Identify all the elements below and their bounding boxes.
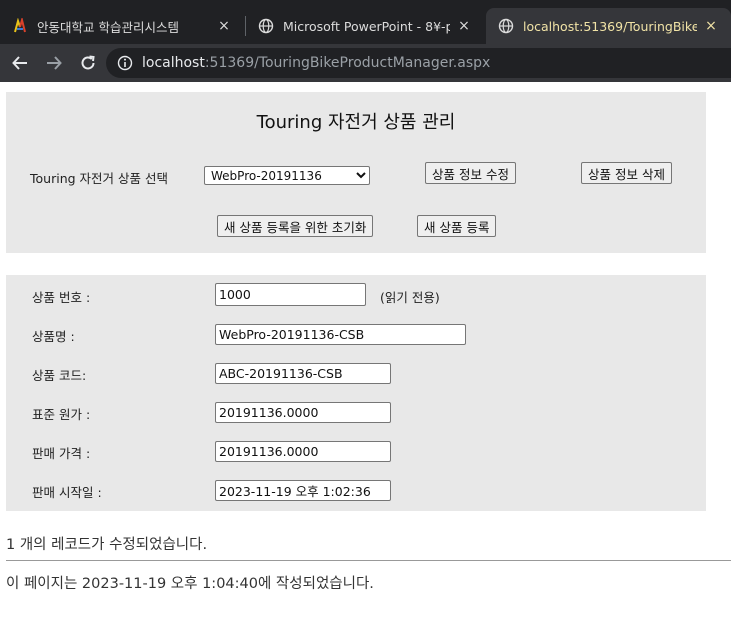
readonly-note: (읽기 전용) <box>380 290 440 305</box>
info-icon[interactable] <box>116 54 134 72</box>
tab-title: Microsoft PowerPoint - 8¥-pt06 <box>283 18 450 34</box>
browser-tab-active[interactable]: localhost:51369/TouringBikePro × <box>486 8 731 44</box>
divider <box>6 560 731 561</box>
list-price-label: 판매 가격 : <box>32 446 91 461</box>
back-arrow-icon[interactable] <box>4 47 36 79</box>
edit-product-button[interactable]: 상품 정보 수정 <box>425 162 516 184</box>
product-id-label: 상품 번호 : <box>32 290 91 305</box>
product-select-label: Touring 자전거 상품 선택 <box>30 171 168 186</box>
product-selection-panel: Touring 자전거 상품 관리 Touring 자전거 상품 선택 WebP… <box>6 92 706 253</box>
product-id-field[interactable] <box>215 283 366 306</box>
page-created-message: 이 페이지는 2023-11-19 오후 1:04:40에 작성되었습니다. <box>6 576 374 592</box>
reset-for-new-button[interactable]: 새 상품 등록을 위한 초기화 <box>217 215 374 237</box>
tab-title: localhost:51369/TouringBikePro <box>523 18 697 34</box>
browser-tab-bar: 안동대학교 학습관리시스템 × Microsoft PowerPoint - 8… <box>0 0 731 44</box>
sell-start-date-field[interactable] <box>215 480 391 501</box>
forward-arrow-icon[interactable] <box>38 47 70 79</box>
product-name-field[interactable] <box>215 324 466 345</box>
page-content: Touring 자전거 상품 관리 Touring 자전거 상품 선택 WebP… <box>0 82 731 631</box>
product-code-field[interactable] <box>215 363 391 384</box>
browser-tab-powerpoint[interactable]: Microsoft PowerPoint - 8¥-pt06 × <box>246 8 484 44</box>
address-bar[interactable]: localhost:51369/TouringBikeProductManage… <box>106 48 731 78</box>
globe-icon <box>498 18 514 34</box>
standard-cost-label: 표준 원가 : <box>32 407 91 422</box>
reload-icon[interactable] <box>72 47 104 79</box>
page-title: Touring 자전거 상품 관리 <box>256 112 456 133</box>
close-icon[interactable]: × <box>216 18 232 34</box>
delete-product-button[interactable]: 상품 정보 삭제 <box>581 162 672 184</box>
product-detail-panel: 상품 번호 : (읽기 전용) 상품명 : 상품 코드: 표준 원가 : 판매 … <box>6 275 706 511</box>
product-code-label: 상품 코드: <box>32 368 87 383</box>
anu-logo-icon <box>12 18 28 34</box>
product-select-dropdown[interactable]: WebPro-20191136 <box>204 166 370 185</box>
list-price-field[interactable] <box>215 441 391 462</box>
browser-toolbar: localhost:51369/TouringBikeProductManage… <box>0 44 731 82</box>
sell-start-date-label: 판매 시작일 : <box>32 485 102 500</box>
close-icon[interactable]: × <box>456 18 472 34</box>
close-icon[interactable]: × <box>703 18 719 34</box>
standard-cost-field[interactable] <box>215 402 391 423</box>
register-new-button[interactable]: 새 상품 등록 <box>417 215 497 237</box>
update-result-message: 1 개의 레코드가 수정되었습니다. <box>6 537 208 553</box>
product-name-label: 상품명 : <box>32 329 75 344</box>
globe-icon <box>258 18 274 34</box>
browser-tab-lms[interactable]: 안동대학교 학습관리시스템 × <box>0 8 244 44</box>
tab-title: 안동대학교 학습관리시스템 <box>37 19 179 35</box>
url-host: localhost <box>142 55 205 71</box>
url-path: :51369/TouringBikeProductManager.aspx <box>204 55 491 71</box>
